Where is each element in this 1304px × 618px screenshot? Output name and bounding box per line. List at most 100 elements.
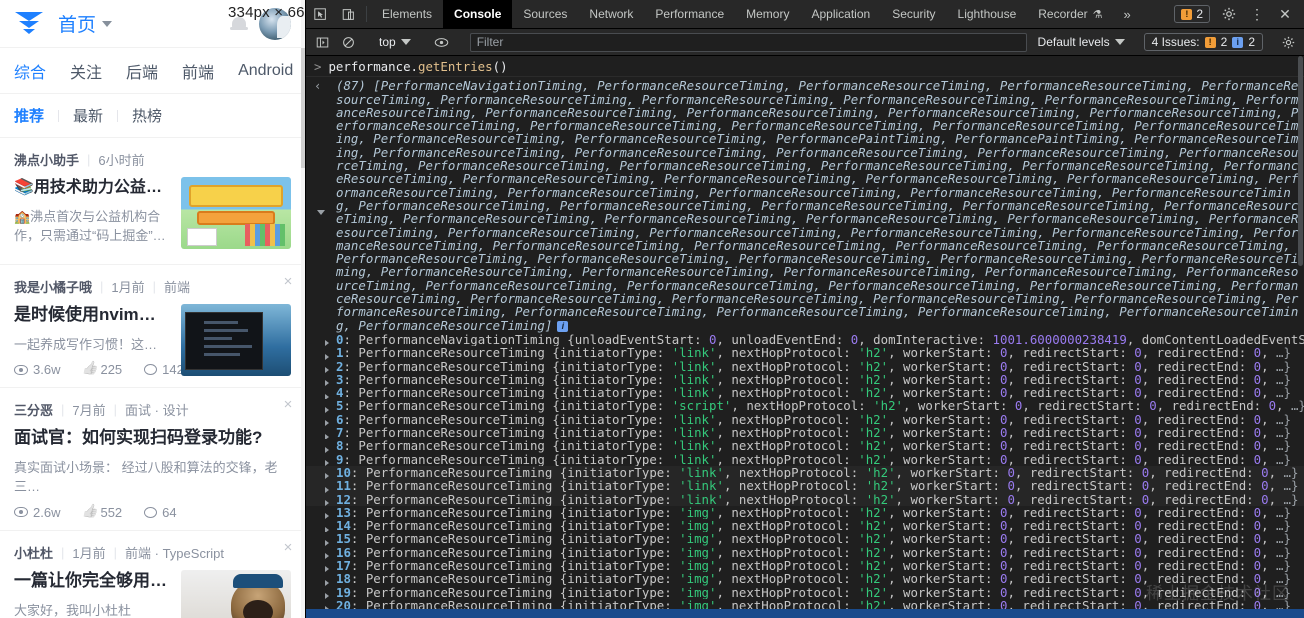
tab-latest[interactable]: 最新	[59, 105, 117, 126]
filter-input[interactable]: Filter	[469, 32, 1027, 52]
item-title[interactable]: 是时候使用nvim来…	[14, 304, 171, 327]
close-icon[interactable]: ×	[281, 274, 295, 289]
comments-stat[interactable]: 142	[144, 362, 184, 377]
home-nav-item[interactable]: 首页	[58, 10, 113, 37]
item-tags[interactable]: 前端 · TypeScript	[125, 543, 224, 562]
category-item-3[interactable]: 前端	[182, 59, 214, 83]
more-tabs-button[interactable]: »	[1114, 0, 1141, 28]
item-title[interactable]: 一篇让你完全够用…	[14, 570, 171, 593]
show-console-sidebar-icon[interactable]	[310, 32, 334, 53]
info-icon[interactable]: i	[557, 320, 569, 332]
console-output[interactable]: > performance. getEntries() ‹ (87) [Perfor…	[306, 56, 1304, 618]
item-author[interactable]: 小杜杜	[14, 543, 53, 562]
category-item-2[interactable]: 后端	[126, 59, 158, 83]
tab-application[interactable]: Application	[800, 0, 881, 28]
category-item-4[interactable]: Android	[238, 62, 293, 80]
close-icon[interactable]: ✕	[1272, 3, 1298, 25]
entry-class: PerformanceResourceTiming	[358, 346, 545, 360]
console-scrollbar[interactable]	[1297, 56, 1304, 618]
likes-stat[interactable]: 225	[82, 362, 122, 377]
tab-console[interactable]: Console	[443, 0, 513, 28]
live-expressions-eye-icon[interactable]	[430, 32, 454, 53]
item-thumbnail[interactable]	[181, 177, 291, 249]
likes-stat[interactable]: 552	[82, 505, 122, 520]
tab-performance[interactable]: Performance	[644, 0, 735, 28]
category-item-0[interactable]: 综合	[14, 59, 46, 83]
tab-network[interactable]: Network	[578, 0, 644, 28]
item-meta: 小杜杜 | 1月前 | 前端 · TypeScript	[14, 543, 291, 562]
item-author[interactable]: 三分恶	[14, 400, 53, 419]
array-entry-7[interactable]: 7: PerformanceResourceTiming {initiatorT…	[306, 426, 1304, 440]
item-thumbnail[interactable]	[181, 303, 291, 376]
tab-recorder[interactable]: Recorder ⚗	[1027, 0, 1113, 28]
item-author[interactable]: 我是小橘子哦	[14, 277, 92, 296]
close-icon[interactable]: ×	[281, 540, 295, 555]
array-entry-12[interactable]: 12: PerformanceResourceTiming {initiator…	[306, 492, 1304, 506]
array-entry-3[interactable]: 3: PerformanceResourceTiming {initiatorT…	[306, 373, 1304, 387]
entry-index: 19	[336, 585, 351, 599]
warning-count-chip[interactable]: ! 2	[1174, 5, 1210, 23]
array-entry-13[interactable]: 13: PerformanceResourceTiming {initiator…	[306, 506, 1304, 520]
close-icon[interactable]: ×	[281, 397, 295, 412]
log-levels-selector[interactable]: Default levels	[1032, 35, 1131, 49]
tab-hot[interactable]: 热榜	[118, 105, 176, 126]
array-entry-5[interactable]: 5: PerformanceResourceTiming {initiatorT…	[306, 399, 1304, 413]
inspect-element-icon[interactable]	[306, 0, 334, 28]
tab-elements[interactable]: Elements	[371, 0, 443, 28]
list-item[interactable]: × 小杜杜 | 1月前 | 前端 · TypeScript 一篇让你完全够用… …	[0, 531, 305, 618]
entry-initiator: 'img'	[679, 585, 717, 599]
juejin-logo-icon[interactable]	[14, 11, 44, 37]
tab-lighthouse[interactable]: Lighthouse	[947, 0, 1028, 28]
array-entry-19[interactable]: 19: PerformanceResourceTiming {initiator…	[306, 586, 1304, 599]
console-settings-gear-icon[interactable]	[1276, 32, 1300, 53]
array-entry-6[interactable]: 6: PerformanceResourceTiming {initiatorT…	[306, 413, 1304, 427]
issues-chip[interactable]: 4 Issues: ! 2 i 2	[1143, 33, 1263, 51]
array-entry-10[interactable]: 10: PerformanceResourceTiming {initiator…	[306, 465, 1304, 480]
array-entry-9[interactable]: 9: PerformanceResourceTiming {initiatorT…	[306, 453, 1304, 466]
array-preview[interactable]: (87) [PerformanceNavigationTiming, Perfo…	[336, 79, 1304, 332]
console-filter-bar: top Filter Default levels 4 Issues: ! 2 …	[306, 29, 1304, 56]
clear-console-icon[interactable]	[336, 32, 360, 53]
array-entry-11[interactable]: 11: PerformanceResourceTiming {initiator…	[306, 479, 1304, 493]
expand-triangle-icon[interactable]	[317, 205, 330, 218]
array-entry-18[interactable]: 18: PerformanceResourceTiming {initiator…	[306, 572, 1304, 586]
array-entry-14[interactable]: 14: PerformanceResourceTiming {initiator…	[306, 519, 1304, 533]
array-entry-17[interactable]: 17: PerformanceResourceTiming {initiator…	[306, 559, 1304, 573]
tab-recommend[interactable]: 推荐	[14, 105, 58, 126]
list-item[interactable]: × 三分恶 | 7月前 | 面试 · 设计 面试官：如何实现扫码登录功能? 真实…	[0, 388, 305, 531]
array-entry-1[interactable]: 1: PerformanceResourceTiming {initiatorT…	[306, 346, 1304, 360]
console-result-array[interactable]: ‹ (87) [PerformanceNavigationTiming, Per…	[306, 77, 1304, 333]
array-entry-8[interactable]: 8: PerformanceResourceTiming {initiatorT…	[306, 439, 1304, 453]
item-author[interactable]: 沸点小助手	[14, 150, 79, 169]
entry-class: PerformanceResourceTiming	[358, 399, 545, 413]
category-item-1[interactable]: 关注	[70, 59, 102, 83]
item-tags[interactable]: 面试 · 设计	[125, 400, 189, 419]
item-thumbnail[interactable]	[181, 569, 291, 618]
chevron-down-icon[interactable]	[102, 20, 113, 27]
device-toolbar-icon[interactable]	[334, 0, 362, 28]
tab-memory[interactable]: Memory	[735, 0, 800, 28]
array-preview-text: (87) [PerformanceNavigationTiming, Perfo…	[336, 78, 1299, 333]
item-tags[interactable]: 前端	[164, 277, 190, 296]
array-entry-16[interactable]: 16: PerformanceResourceTiming {initiator…	[306, 546, 1304, 559]
gear-icon[interactable]	[1216, 3, 1242, 25]
array-entry-2[interactable]: 2: PerformanceResourceTiming {initiatorT…	[306, 360, 1304, 373]
item-description: 🏫沸点首次与公益机构合作，只需通过“码上掘金”…	[14, 208, 166, 244]
array-entry-4[interactable]: 4: PerformanceResourceTiming {initiatorT…	[306, 386, 1304, 400]
item-title[interactable]: 📚用技术助力公益，…	[14, 177, 171, 199]
list-item[interactable]: × 我是小橘子哦 | 1月前 | 前端 是时候使用nvim来… 一起养成写作习惯…	[0, 265, 305, 389]
item-time: 7月前	[72, 403, 106, 419]
tab-sources[interactable]: Sources	[512, 0, 578, 28]
array-entry-0[interactable]: 0: PerformanceNavigationTiming {unloadEv…	[306, 332, 1304, 347]
more-options-icon[interactable]: ⋮	[1244, 3, 1270, 25]
comments-stat[interactable]: 64	[144, 505, 177, 520]
entry-class: PerformanceNavigationTiming	[358, 332, 560, 347]
comment-icon	[144, 364, 158, 376]
list-item[interactable]: 沸点小助手 | 6小时前 📚用技术助力公益，… 🏫沸点首次与公益机构合作，只需通…	[0, 138, 305, 265]
tab-security[interactable]: Security	[881, 0, 946, 28]
thumb-shape	[204, 344, 252, 348]
item-title[interactable]: 面试官：如何实现扫码登录功能?	[14, 427, 291, 450]
array-entry-15[interactable]: 15: PerformanceResourceTiming {initiator…	[306, 532, 1304, 546]
scrollbar[interactable]	[301, 0, 305, 618]
execution-context-selector[interactable]: top	[373, 35, 417, 49]
